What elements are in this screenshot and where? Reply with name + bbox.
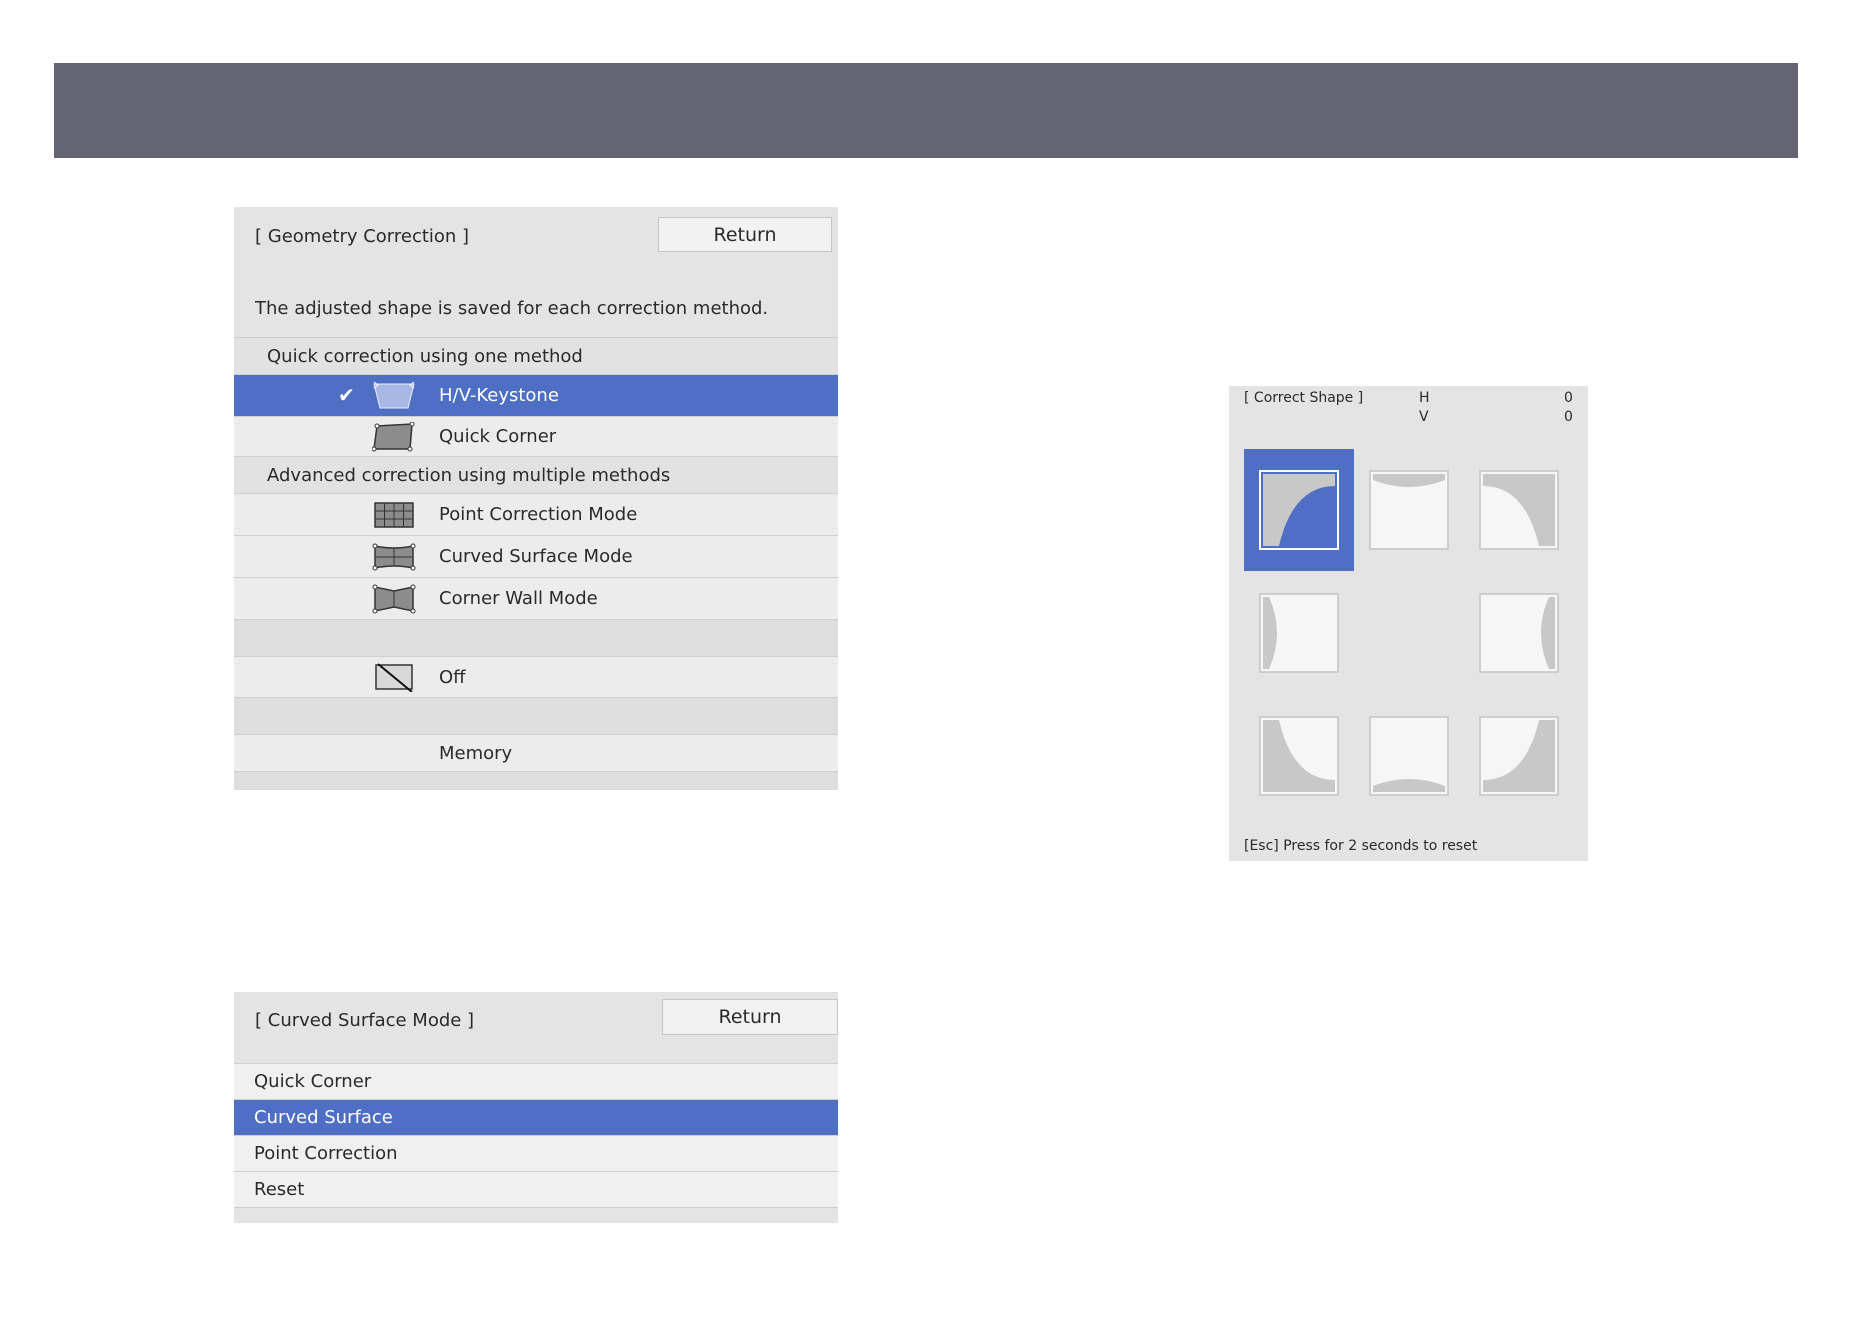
menu-item-label: H/V-Keystone	[439, 385, 559, 406]
panel-title: [ Curved Surface Mode ]	[255, 1010, 475, 1031]
menu-item-quick-corner[interactable]: Quick Corner	[234, 416, 838, 456]
menu-item-label: Curved Surface Mode	[439, 546, 633, 567]
menu-item-label: Reset	[254, 1179, 305, 1200]
menu-item-memory[interactable]: Memory	[234, 734, 838, 771]
shape-tile-bottom-right[interactable]	[1479, 716, 1559, 796]
shape-tile-top-right[interactable]	[1479, 470, 1559, 550]
curved-surface-mode-panel: [ Curved Surface Mode ] Return Quick Cor…	[234, 992, 838, 1223]
geometry-correction-panel: [ Geometry Correction ] Return The adjus…	[234, 207, 838, 790]
panel-footer	[234, 1207, 838, 1223]
panel-footer	[234, 771, 838, 790]
keystone-icon	[373, 381, 415, 409]
v-value: 0	[1564, 409, 1573, 425]
menu-item-label: Curved Surface	[254, 1107, 393, 1128]
section-label: Advanced correction using multiple metho…	[267, 465, 671, 486]
menu-item-label: Quick Corner	[254, 1071, 372, 1092]
spacer-row	[234, 619, 838, 656]
return-button[interactable]: Return	[658, 217, 832, 252]
check-icon: ✔	[338, 383, 355, 407]
shape-tile-bottom-left[interactable]	[1259, 716, 1339, 796]
shape-tile-middle-left[interactable]	[1259, 593, 1339, 673]
shape-tile-top-center[interactable]	[1369, 470, 1449, 550]
menu-item-point-correction-mode[interactable]: Point Correction Mode	[234, 493, 838, 535]
curved-surface-icon	[372, 543, 416, 571]
menu-item-corner-wall-mode[interactable]: Corner Wall Mode	[234, 577, 838, 619]
menu-item-curved-surface[interactable]: Curved Surface	[234, 1099, 838, 1135]
menu-item-label: Point Correction	[254, 1143, 398, 1164]
h-value: 0	[1564, 390, 1573, 406]
v-label: V	[1419, 409, 1429, 425]
menu-item-curved-surface-mode[interactable]: Curved Surface Mode	[234, 535, 838, 577]
h-label: H	[1419, 390, 1430, 406]
menu-item-reset[interactable]: Reset	[234, 1171, 838, 1207]
menu-item-label: Off	[439, 667, 466, 688]
panel-title: [ Geometry Correction ]	[255, 226, 470, 247]
menu-item-label: Quick Corner	[439, 426, 557, 447]
shape-tile-bottom-center[interactable]	[1369, 716, 1449, 796]
shape-tile-middle-right[interactable]	[1479, 593, 1559, 673]
description-text: The adjusted shape is saved for each cor…	[255, 298, 769, 319]
spacer-row	[234, 697, 838, 734]
off-icon	[375, 663, 413, 692]
return-button[interactable]: Return	[662, 999, 838, 1035]
advanced-correction-header: Advanced correction using multiple metho…	[234, 456, 838, 493]
corner-wall-icon	[372, 584, 416, 614]
menu-item-label: Memory	[439, 743, 513, 764]
shape-tile-top-left[interactable]	[1259, 470, 1339, 550]
menu-item-label: Point Correction Mode	[439, 504, 638, 525]
menu-item-label: Corner Wall Mode	[439, 588, 598, 609]
point-correction-icon	[374, 502, 414, 528]
menu-item-off[interactable]: Off	[234, 656, 838, 697]
menu-item-hv-keystone[interactable]: ✔ H/V-Keystone	[234, 374, 838, 416]
correct-shape-panel: [ Correct Shape ] H V 0 0 [Esc] Press fo…	[1229, 386, 1588, 861]
panel-title: [ Correct Shape ]	[1244, 390, 1364, 406]
menu-item-quick-corner[interactable]: Quick Corner	[234, 1063, 838, 1099]
section-label: Quick correction using one method	[267, 346, 583, 367]
header-banner	[54, 63, 1798, 158]
menu-item-point-correction[interactable]: Point Correction	[234, 1135, 838, 1171]
quick-corner-icon	[372, 422, 415, 452]
reset-hint: [Esc] Press for 2 seconds to reset	[1244, 838, 1478, 854]
quick-correction-header: Quick correction using one method	[234, 337, 838, 374]
